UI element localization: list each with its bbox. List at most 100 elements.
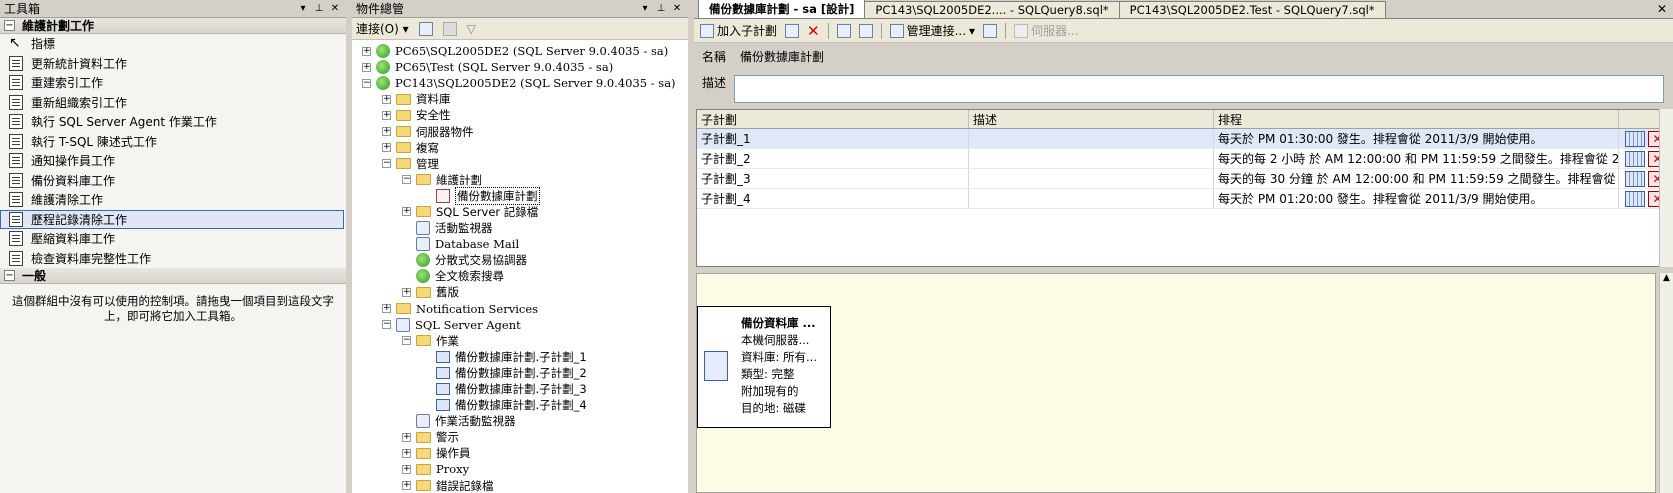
tree-node-fulltext[interactable]: 全文檢索搜尋 (352, 268, 688, 284)
tree-node-legacy[interactable]: + 舊版 (352, 284, 688, 300)
plan-name-field[interactable]: 備份數據庫計劃 (738, 47, 1673, 65)
pin-icon[interactable]: ⊥ (654, 2, 668, 16)
toolbox-item-reorganize-index[interactable]: 重新組織索引工作 (0, 93, 344, 113)
subplan-name[interactable]: 子計劃_3 (697, 169, 969, 188)
tree-node-proxy[interactable]: + Proxy (352, 461, 688, 477)
tree-node-job-activity-monitor[interactable]: 作業活動監視器 (352, 413, 688, 429)
tree-node-jobs[interactable]: − 作業 (352, 333, 688, 349)
tab-sqlquery8[interactable]: PC143\SQL2005DE2.... - SQLQuery8.sql* (864, 1, 1120, 18)
tree-node-alerts[interactable]: + 警示 (352, 429, 688, 445)
toolbox-item-agent-job[interactable]: 執行 SQL Server Agent 作業工作 (0, 112, 344, 132)
toolbox-item-maintenance-cleanup[interactable]: 維護清除工作 (0, 190, 344, 210)
toolbox-item-rebuild-index[interactable]: 重建索引工作 (0, 73, 344, 93)
tab-backup-plan-design[interactable]: 備份數據庫計劃 - sa [設計] (698, 0, 866, 18)
tree-node-dtc[interactable]: 分散式交易協調器 (352, 252, 688, 268)
tree-node-backup-plan[interactable]: 備份數據庫計劃 (352, 186, 688, 205)
table-row[interactable]: 子計劃_3 每天的每 30 分鐘 於 AM 12:00:00 和 PM 11:5… (697, 169, 1671, 189)
calendar-icon[interactable] (1624, 130, 1645, 147)
expand-icon[interactable]: + (362, 62, 371, 72)
collapse-icon[interactable]: − (4, 270, 15, 281)
table-row[interactable]: 子計劃_4 每天於 PM 01:20:00 發生。排程會從 2011/3/9 開… (697, 189, 1671, 209)
design-surface[interactable]: 備份資料庫 ... 本機伺服器... 資料庫: 所有... 類型: 完整 附加現… (696, 273, 1656, 493)
servers-button[interactable]: 伺服器... (1014, 22, 1079, 39)
expand-icon[interactable]: + (382, 110, 391, 120)
design-surface-scrollbar[interactable]: ▲ (1659, 273, 1673, 493)
subplan-description[interactable] (969, 189, 1214, 208)
collapse-icon[interactable]: − (382, 320, 391, 330)
scroll-up-icon[interactable]: ▲ (1660, 273, 1673, 283)
tree-node-activity-monitor[interactable]: 活動監視器 (352, 220, 688, 236)
tree-node-error-logs[interactable]: + 錯誤記錄檔 (352, 478, 688, 493)
toolbox-item-history-cleanup[interactable]: 歷程記錄清除工作 (0, 209, 344, 229)
subplan-name[interactable]: 子計劃_2 (697, 149, 969, 168)
grid-scrollbar[interactable] (1659, 109, 1673, 267)
tree-node-job-3[interactable]: 備份數據庫計劃.子計劃_3 (352, 381, 688, 397)
collapse-icon[interactable]: − (402, 175, 411, 185)
subplan-description[interactable] (969, 149, 1214, 168)
expand-icon[interactable]: + (402, 207, 411, 217)
expand-icon[interactable]: + (362, 46, 371, 56)
tree-node-server-objects[interactable]: + 伺服器物件 (352, 123, 688, 139)
expand-icon[interactable]: + (382, 127, 391, 137)
subplan-name[interactable]: 子計劃_1 (697, 129, 969, 148)
toolbox-item-update-statistics[interactable]: 更新統計資料工作 (0, 54, 344, 74)
expand-icon[interactable]: + (402, 481, 411, 491)
tree-node-job-4[interactable]: 備份數據庫計劃.子計劃_4 (352, 397, 688, 413)
tree-node-operators[interactable]: + 操作員 (352, 445, 688, 461)
toolbox-item-pointer[interactable]: ↖ 指標 (0, 34, 344, 54)
table-row[interactable]: 子計劃_2 每天的每 2 小時 於 AM 12:00:00 和 PM 11:59… (697, 149, 1671, 169)
collapse-icon[interactable]: − (402, 336, 411, 346)
subplan-name[interactable]: 子計劃_4 (697, 189, 969, 208)
edit-subplan-icon[interactable] (785, 23, 800, 38)
delete-icon[interactable]: ✕ (807, 23, 820, 38)
tree-node-security[interactable]: + 安全性 (352, 107, 688, 123)
add-subplan-button[interactable]: 加入子計劃 (700, 22, 777, 39)
calendar-icon[interactable] (1624, 150, 1645, 167)
close-icon[interactable]: ✕ (328, 2, 342, 16)
toolbox-item-notify-operator[interactable]: 通知操作員工作 (0, 151, 344, 171)
toolbox-group-maintenance[interactable]: − 維護計劃工作 (0, 18, 346, 34)
dropdown-icon[interactable]: ▾ (638, 2, 652, 16)
tree-node-database-mail[interactable]: Database Mail (352, 236, 688, 252)
tree-node-job-2[interactable]: 備份數據庫計劃.子計劃_2 (352, 365, 688, 381)
expand-icon[interactable]: + (402, 287, 411, 297)
column-header-subplan[interactable]: 子計劃 (697, 110, 969, 128)
expand-icon[interactable]: + (382, 304, 391, 314)
stop-icon[interactable] (442, 21, 457, 36)
tree-node-server-2[interactable]: + PC65\Test (SQL Server 9.0.4035 - sa) (352, 59, 688, 75)
column-header-description[interactable]: 描述 (969, 110, 1214, 128)
toolbox-group-general[interactable]: − 一般 (0, 268, 346, 284)
tab-sqlquery7[interactable]: PC143\SQL2005DE2.Test - SQLQuery7.sql* (1118, 1, 1386, 18)
remove-schedule-icon[interactable] (858, 23, 873, 38)
expand-icon[interactable]: + (402, 464, 411, 474)
expand-icon[interactable]: + (382, 94, 391, 104)
toolbox-item-tsql[interactable]: 執行 T-SQL 陳述式工作 (0, 132, 344, 152)
subplan-description[interactable] (969, 169, 1214, 188)
filter-icon[interactable]: ▽ (467, 22, 476, 36)
expand-icon[interactable]: + (402, 448, 411, 458)
table-row[interactable]: 子計劃_1 每天於 PM 01:30:00 發生。排程會從 2011/3/9 開… (697, 129, 1671, 149)
tree-node-server-3[interactable]: − PC143\SQL2005DE2 (SQL Server 9.0.4035 -… (352, 75, 688, 91)
close-icon[interactable]: ✕ (670, 2, 684, 16)
tree-node-databases[interactable]: + 資料庫 (352, 91, 688, 107)
column-header-schedule[interactable]: 排程 (1214, 110, 1619, 128)
plan-description-input[interactable] (734, 75, 1664, 103)
toolbox-item-backup-database[interactable]: 備份資料庫工作 (0, 171, 344, 191)
disconnect-icon[interactable] (418, 21, 433, 36)
dropdown-icon[interactable]: ▾ (296, 2, 310, 16)
calendar-icon[interactable] (1624, 170, 1645, 187)
tree-node-maintenance-plans[interactable]: − 維護計劃 (352, 172, 688, 188)
toolbox-item-shrink-database[interactable]: 壓縮資料庫工作 (0, 229, 344, 249)
reporting-icon[interactable] (983, 23, 998, 38)
toolbox-item-check-integrity[interactable]: 檢查資料庫完整性工作 (0, 249, 344, 269)
tree-node-server-1[interactable]: + PC65\SQL2005DE2 (SQL Server 9.0.4035 - … (352, 43, 688, 59)
close-tab-icon[interactable]: ✕ (1657, 2, 1667, 16)
expand-icon[interactable]: + (402, 432, 411, 442)
tree-node-sql-logs[interactable]: + SQL Server 記錄檔 (352, 204, 688, 220)
expand-icon[interactable]: + (382, 143, 391, 153)
subplan-description[interactable] (969, 129, 1214, 148)
tree-node-job-1[interactable]: 備份數據庫計劃.子計劃_1 (352, 349, 688, 365)
tree-node-sql-server-agent[interactable]: − SQL Server Agent (352, 317, 688, 333)
schedule-icon[interactable] (836, 23, 851, 38)
calendar-icon[interactable] (1624, 190, 1645, 207)
